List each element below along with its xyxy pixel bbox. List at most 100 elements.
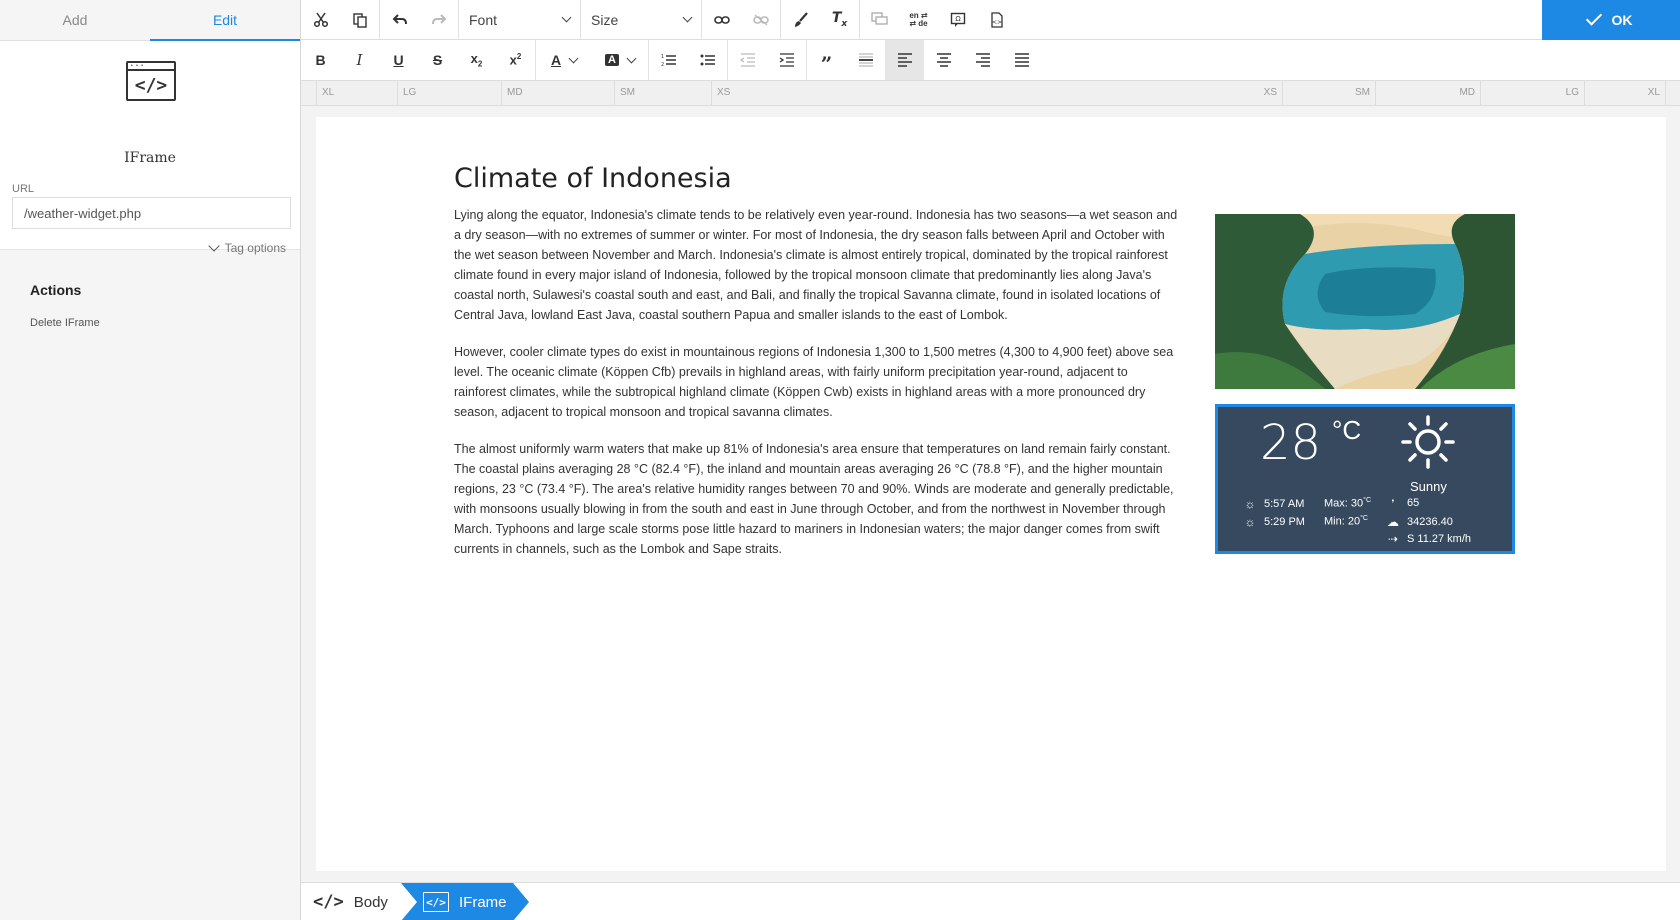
italic-button[interactable]: I (340, 40, 379, 80)
cut-button[interactable] (301, 0, 340, 40)
justify-icon (1014, 53, 1029, 67)
weather-condition: Sunny (1410, 479, 1447, 494)
font-select[interactable]: Font (459, 0, 580, 40)
sun-icon (1401, 415, 1455, 469)
align-right-button[interactable] (963, 40, 1002, 80)
underline-button[interactable]: U (379, 40, 418, 80)
article-paragraph[interactable]: The almost uniformly warm waters that ma… (454, 439, 1182, 559)
svg-text:Ω: Ω (955, 15, 961, 23)
editor-canvas[interactable]: Climate of Indonesia Lying along the equ… (316, 117, 1666, 871)
scissors-icon (313, 12, 328, 27)
blockquote-button[interactable]: ” (807, 40, 846, 80)
tab-edit[interactable]: Edit (150, 0, 300, 41)
comment-button[interactable] (860, 0, 899, 40)
strikethrough-icon: S (432, 52, 443, 68)
strikethrough-button[interactable]: S (418, 40, 457, 80)
breadcrumb-iframe[interactable]: </> IFrame (401, 883, 529, 920)
align-right-icon (975, 53, 990, 67)
ruler-mark[interactable]: LG (1555, 81, 1585, 106)
weather-max: Max: 30°C (1324, 497, 1371, 510)
delete-iframe-link[interactable]: Delete IFrame (30, 317, 100, 329)
ruler-mark[interactable]: XS (711, 81, 730, 106)
comment-icon (871, 12, 888, 25)
ruler-mark[interactable]: XL (316, 81, 334, 106)
subscript-button[interactable]: x2 (457, 40, 496, 80)
link-icon (713, 15, 730, 24)
size-select[interactable]: Size (581, 0, 701, 40)
source-code-button[interactable]: <> (977, 0, 1016, 40)
ok-button[interactable]: OK (1542, 0, 1680, 40)
text-color-button[interactable]: A (536, 40, 592, 80)
ruler-mark[interactable]: XS (1253, 81, 1283, 106)
url-input[interactable] (12, 197, 291, 229)
sunset-icon: ☼ (1244, 515, 1256, 529)
weather-pressure: ☁ 34236.40 (1386, 515, 1453, 529)
special-char-button[interactable]: Ω (938, 0, 977, 40)
article-body[interactable]: Lying along the equator, Indonesia's cli… (454, 205, 1182, 576)
iframe-icon: </> (423, 892, 449, 912)
redo-button[interactable] (419, 0, 458, 40)
outdent-button[interactable] (728, 40, 767, 80)
tag-options-toggle[interactable]: Tag options (207, 240, 286, 255)
superscript-icon: x2 (509, 52, 522, 68)
ruler-mark[interactable]: SM (1346, 81, 1376, 106)
indent-button[interactable] (767, 40, 806, 80)
actions-title: Actions (30, 282, 82, 298)
panel-tabs: Add Edit (0, 0, 300, 41)
translate-button[interactable]: en ⇄ ⇄ de (899, 0, 938, 40)
ruler-mark[interactable]: MD (1451, 81, 1481, 106)
sunrise-time: 5:57 AM (1264, 498, 1305, 510)
copy-icon (352, 12, 367, 28)
element-breadcrumb: </> Body </> IFrame (301, 882, 1680, 920)
ruler-mark[interactable]: MD (501, 81, 523, 106)
align-left-button[interactable] (885, 40, 924, 80)
bold-button[interactable]: B (301, 40, 340, 80)
svg-text:2: 2 (661, 62, 664, 67)
toolbar-formatting: B I U S x2 x2 A A 12 ” (301, 40, 1680, 81)
translate-icon: en ⇄ ⇄ de (909, 10, 928, 28)
ordered-list-icon: 12 (661, 54, 676, 67)
breadcrumb-iframe-label: IFrame (459, 893, 507, 911)
format-painter-button[interactable] (781, 0, 820, 40)
ordered-list-button[interactable]: 12 (649, 40, 688, 80)
chevron-down-icon (682, 12, 693, 23)
element-title: IFrame (124, 150, 176, 166)
breadcrumb-body[interactable]: </> Body (313, 883, 388, 920)
wind-icon: ⇢ (1387, 532, 1399, 546)
element-properties: • • • </> IFrame URL Tag options (0, 41, 300, 255)
background-color-button[interactable]: A (592, 40, 648, 80)
breadcrumb-body-label: Body (353, 893, 388, 911)
background-color-icon: A (605, 54, 619, 66)
clear-format-button[interactable]: Tx (820, 0, 859, 40)
svg-text:1: 1 (661, 54, 664, 60)
outdent-icon (739, 53, 755, 67)
unlink-button[interactable] (741, 0, 780, 40)
redo-icon (431, 13, 446, 24)
link-button[interactable] (702, 0, 741, 40)
article-paragraph[interactable]: However, cooler climate types do exist i… (454, 342, 1182, 422)
superscript-button[interactable]: x2 (496, 40, 535, 80)
tab-add[interactable]: Add (0, 0, 150, 40)
max-temp: Max: 30 (1324, 497, 1364, 510)
beach-image[interactable] (1215, 214, 1515, 389)
align-center-button[interactable] (924, 40, 963, 80)
ruler-mark[interactable]: XL (1636, 81, 1666, 106)
ok-button-label: OK (1611, 12, 1633, 28)
article-paragraph[interactable]: Lying along the equator, Indonesia's cli… (454, 205, 1182, 325)
horizontal-rule-button[interactable] (846, 40, 885, 80)
sunrise-icon: ☼ (1244, 497, 1256, 511)
weather-unit: °C (1332, 415, 1362, 445)
chevron-down-icon (626, 53, 637, 63)
justify-button[interactable] (1002, 40, 1041, 80)
breakpoint-ruler: XL LG MD SM XS XS SM MD LG XL (301, 81, 1680, 106)
ruler-mark[interactable]: SM (614, 81, 635, 106)
weather-wind: ⇢ S 11.27 km/h (1386, 532, 1471, 546)
humidity-value: 65 (1407, 497, 1420, 509)
unordered-list-button[interactable] (688, 40, 727, 80)
ruler-mark[interactable]: LG (397, 81, 416, 106)
copy-button[interactable] (340, 0, 379, 40)
weather-widget-iframe[interactable]: 28 °C Sunny ☼ 5:57 AM ☼ 5:29 PM Max: 30°… (1215, 404, 1515, 554)
undo-button[interactable] (380, 0, 419, 40)
font-select-label: Font (469, 11, 498, 28)
article-title[interactable]: Climate of Indonesia (454, 163, 732, 194)
